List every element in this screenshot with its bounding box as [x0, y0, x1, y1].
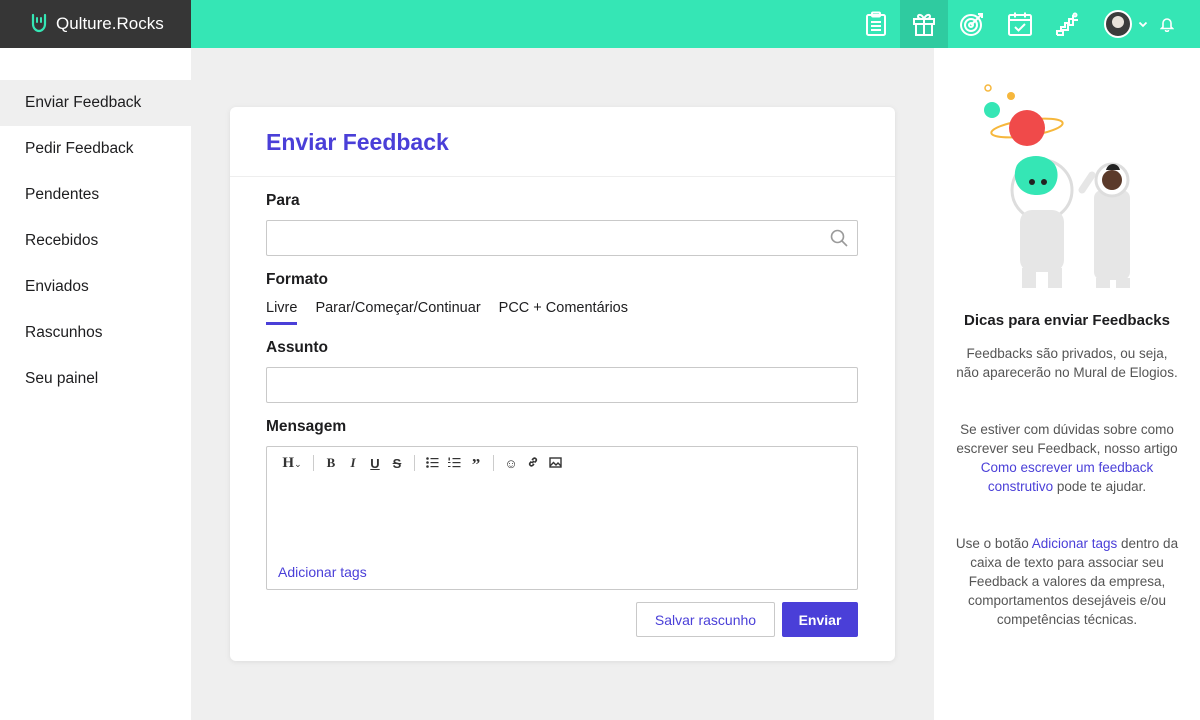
add-tags-help-link[interactable]: Adicionar tags	[1032, 536, 1118, 551]
editor-toolbar: H⌄ B I U S ” ☺	[277, 454, 566, 473]
to-label: Para	[266, 192, 300, 209]
sidebar-item-enviados[interactable]: Enviados	[0, 264, 191, 310]
subject-label: Assunto	[266, 339, 328, 356]
link-icon[interactable]	[522, 456, 544, 471]
search-icon	[830, 229, 848, 247]
nav-target-button[interactable]	[948, 0, 996, 48]
subject-input[interactable]	[266, 367, 858, 403]
top-bar	[191, 0, 1200, 48]
tip-tags: Use o botão Adicionar tags dentro da cai…	[954, 534, 1180, 629]
tip-text: pode te ajudar.	[1053, 479, 1147, 494]
quote-icon[interactable]: ”	[465, 454, 487, 473]
format-tabs: Livre Parar/Começar/Continuar PCC + Come…	[266, 300, 628, 325]
sidebar-item-enviar-feedback[interactable]: Enviar Feedback	[0, 80, 191, 126]
brand-name: Qulture.Rocks	[56, 14, 164, 33]
numbered-list-icon[interactable]	[443, 456, 465, 471]
heading-icon[interactable]: H⌄	[277, 455, 307, 472]
sidebar-item-recebidos[interactable]: Recebidos	[0, 218, 191, 264]
recipient-search-input[interactable]	[266, 220, 858, 256]
image-icon[interactable]	[544, 456, 566, 471]
emoji-icon[interactable]: ☺	[500, 456, 522, 471]
toolbar-separator	[493, 455, 494, 471]
top-nav	[852, 0, 1200, 48]
tips-panel: Dicas para enviar Feedbacks Feedbacks sã…	[934, 48, 1200, 720]
brand-logo[interactable]: Qulture.Rocks	[0, 0, 191, 48]
tips-title: Dicas para enviar Feedbacks	[964, 312, 1170, 329]
sidebar-item-pedir-feedback[interactable]: Pedir Feedback	[0, 126, 191, 172]
divider	[230, 176, 895, 177]
nav-stairs-button[interactable]	[1044, 0, 1092, 48]
target-icon	[960, 13, 983, 36]
tip-text: Use o botão	[955, 536, 1032, 551]
add-tags-link[interactable]: Adicionar tags	[278, 564, 367, 580]
send-button[interactable]: Enviar	[782, 602, 858, 637]
sidebar-item-rascunhos[interactable]: Rascunhos	[0, 310, 191, 356]
stairs-icon	[1056, 12, 1078, 36]
bell-icon[interactable]	[1160, 16, 1174, 32]
gift-icon	[913, 13, 935, 36]
tab-pcc-comentarios[interactable]: PCC + Comentários	[499, 300, 628, 325]
save-draft-button[interactable]: Salvar rascunho	[636, 602, 775, 637]
underline-icon[interactable]: U	[364, 456, 386, 471]
clipboard-icon	[866, 11, 886, 36]
tip-article: Se estiver com dúvidas sobre como escrev…	[954, 420, 1180, 496]
tip-text: Se estiver com dúvidas sobre como escrev…	[956, 422, 1178, 456]
tab-livre[interactable]: Livre	[266, 300, 298, 325]
message-editor[interactable]: H⌄ B I U S ” ☺ Adicionar tags	[266, 446, 858, 590]
nav-clipboard-button[interactable]	[852, 0, 900, 48]
astronauts-illustration	[984, 84, 1130, 288]
calendar-check-icon	[1008, 12, 1032, 36]
nav-calendar-button[interactable]	[996, 0, 1044, 48]
toolbar-separator	[313, 455, 314, 471]
user-menu[interactable]	[1092, 0, 1200, 48]
nav-gift-button[interactable]	[900, 0, 948, 48]
page-title: Enviar Feedback	[266, 129, 449, 155]
feedback-form-card: Enviar Feedback Para Formato Livre Parar…	[230, 107, 895, 661]
format-label: Formato	[266, 271, 328, 288]
italic-icon[interactable]: I	[342, 455, 364, 471]
tab-parar-comecar-continuar[interactable]: Parar/Começar/Continuar	[315, 300, 480, 325]
avatar[interactable]	[1104, 10, 1132, 38]
strikethrough-icon[interactable]: S	[386, 456, 408, 471]
sidebar: Enviar Feedback Pedir Feedback Pendentes…	[0, 48, 191, 720]
sidebar-item-pendentes[interactable]: Pendentes	[0, 172, 191, 218]
toolbar-separator	[414, 455, 415, 471]
chevron-down-icon	[1138, 21, 1148, 28]
sidebar-item-seu-painel[interactable]: Seu painel	[0, 356, 191, 402]
bold-icon[interactable]: B	[320, 455, 342, 471]
tip-privacy: Feedbacks são privados, ou seja, não apa…	[956, 346, 1178, 380]
rock-hand-logo-icon	[31, 13, 47, 33]
bullet-list-icon[interactable]	[421, 456, 443, 471]
message-label: Mensagem	[266, 418, 347, 435]
